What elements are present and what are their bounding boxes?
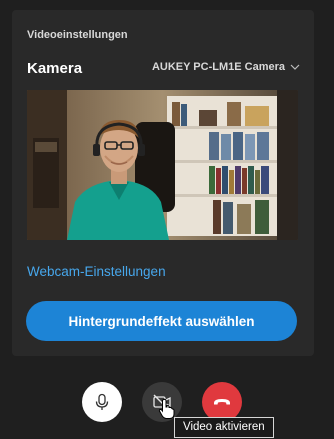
section-title: Videoeinstellungen	[27, 29, 128, 41]
chevron-down-icon	[290, 64, 300, 70]
webcam-settings-link[interactable]: Webcam-Einstellungen	[27, 264, 166, 279]
camera-select-value: AUKEY PC-LM1E Camera	[151, 61, 285, 73]
choose-background-effect-label: Hintergrundeffekt auswählen	[68, 313, 255, 329]
hang-up-button[interactable]	[202, 382, 242, 422]
microphone-button[interactable]	[82, 382, 122, 422]
choose-background-effect-button[interactable]: Hintergrundeffekt auswählen	[26, 301, 297, 341]
camera-label: Kamera	[27, 60, 83, 77]
camera-preview	[27, 90, 298, 240]
hangup-icon	[214, 399, 230, 405]
camera-select[interactable]: AUKEY PC-LM1E Camera	[152, 61, 300, 73]
microphone-icon	[95, 393, 109, 410]
video-tooltip: Video aktivieren	[174, 417, 274, 438]
video-settings-panel: Videoeinstellungen Kamera AUKEY PC-LM1E …	[12, 10, 314, 356]
